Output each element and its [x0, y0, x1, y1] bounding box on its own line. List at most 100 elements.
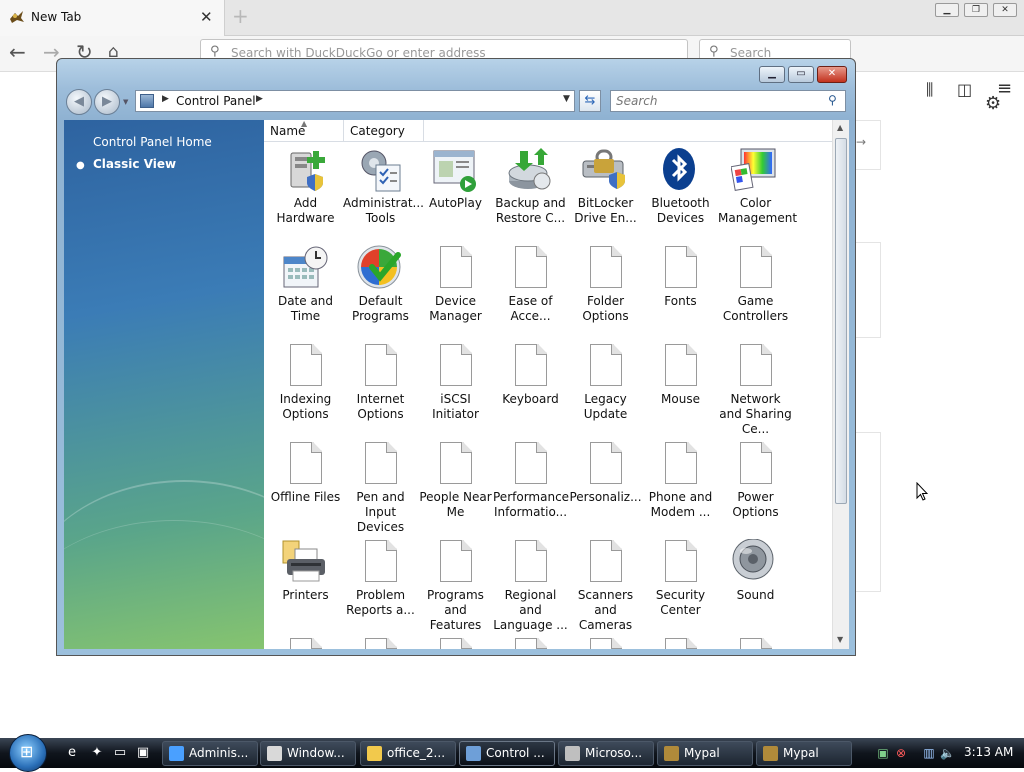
control-panel-item[interactable]: Performance Informatio...	[493, 438, 569, 534]
control-panel-home-link[interactable]: Control Panel Home	[93, 135, 212, 149]
taskbar-button[interactable]: office_2...	[360, 741, 456, 766]
control-panel-item[interactable]: Personaliz...	[568, 438, 643, 534]
control-panel-item[interactable]: Indexing Options	[268, 340, 343, 436]
control-panel-item[interactable]: Printers	[268, 536, 343, 632]
ie-icon[interactable]: e	[64, 745, 80, 761]
taskbar-button[interactable]: Window...	[260, 741, 356, 766]
forward-button[interactable]: ▶	[94, 89, 120, 115]
control-panel-item[interactable]: People Near Me	[418, 438, 493, 534]
mypal-quicklaunch-icon[interactable]: ✦	[89, 745, 105, 761]
recent-pages-icon[interactable]: ▼	[123, 98, 128, 106]
control-panel-item[interactable]: BitLocker Drive En...	[568, 144, 643, 240]
restore-browser-icon[interactable]: ❐	[964, 3, 988, 17]
sidebar-icon[interactable]: ◫	[957, 80, 972, 99]
control-panel-item[interactable]: Offline Files	[268, 438, 343, 534]
browser-tab[interactable]: New Tab ✕	[0, 0, 225, 36]
breadcrumb[interactable]: ▶ Control Panel ▶ ▼	[135, 90, 575, 112]
mypal-icon	[763, 746, 778, 761]
scroll-down-icon[interactable]: ▼	[837, 635, 843, 644]
chevron-right-icon[interactable]: ▶	[256, 94, 263, 104]
control-panel-item[interactable]: AutoPlay	[418, 144, 493, 240]
library-icon[interactable]: ⫼	[926, 80, 933, 100]
taskbar-button[interactable]: Mypal	[756, 741, 852, 766]
control-panel-item[interactable]: Phone and Modem ...	[643, 438, 718, 534]
maximize-icon[interactable]: ▭	[788, 66, 814, 83]
chevron-down-icon[interactable]: ▼	[563, 94, 570, 104]
control-panel-item[interactable]: Game Controllers	[718, 242, 793, 338]
control-panel-item[interactable]: Ease of Acce...	[493, 242, 568, 338]
taskbar-button[interactable]: Control ...	[459, 741, 555, 766]
column-category[interactable]: Category	[344, 120, 424, 142]
refresh-button[interactable]: ⇆	[579, 90, 601, 112]
taskbar-button[interactable]: Microso...	[558, 741, 654, 766]
back-icon[interactable]: ←	[9, 40, 26, 64]
control-panel-item[interactable]: Mouse	[643, 340, 718, 436]
control-panel-item[interactable]: Folder Options	[568, 242, 643, 338]
item-label: Regional and Language ...	[493, 588, 568, 632]
task-pane: Control Panel Home ● Classic View	[64, 120, 264, 649]
control-panel-item[interactable]: Security Center	[643, 536, 718, 632]
chevron-right-icon[interactable]: ▶	[162, 94, 169, 104]
date-time-icon	[281, 245, 329, 291]
search-input[interactable]: Search ⚲	[610, 90, 846, 112]
control-panel-item[interactable]	[493, 634, 568, 649]
breadcrumb-item[interactable]: Control Panel	[176, 94, 256, 108]
gear-icon[interactable]: ⚙	[985, 93, 1001, 114]
start-button[interactable]	[9, 734, 47, 772]
control-panel-item[interactable]: Programs and Features	[418, 536, 493, 632]
control-panel-item[interactable]: Administrat... Tools	[343, 144, 424, 240]
control-panel-item[interactable]	[268, 634, 343, 649]
control-panel-item[interactable]: Network and Sharing Ce...	[718, 340, 793, 436]
control-panel-item[interactable]: Power Options	[718, 438, 793, 534]
control-panel-item[interactable]	[343, 634, 418, 649]
clock[interactable]: 3:13 AM	[964, 745, 1013, 759]
network-status-icon[interactable]: ▥	[922, 746, 936, 760]
window-titlebar[interactable]: ▁ ▭ ✕	[57, 59, 855, 87]
control-panel-item[interactable]: Add Hardware	[268, 144, 343, 240]
control-panel-item[interactable]: Pen and Input Devices	[343, 438, 418, 534]
new-tab-button[interactable]: +	[232, 4, 249, 28]
control-panel-item[interactable]: Bluetooth Devices	[643, 144, 718, 240]
classic-view-link[interactable]: Classic View	[93, 157, 176, 171]
taskbar-button-label: Mypal	[684, 746, 720, 760]
control-panel-item[interactable]: Sound	[718, 536, 793, 632]
close-browser-icon[interactable]: ✕	[993, 3, 1017, 17]
control-panel-item[interactable]: Device Manager	[418, 242, 493, 338]
control-panel-item[interactable]: Internet Options	[343, 340, 418, 436]
control-panel-item[interactable]: Scanners and Cameras	[568, 536, 643, 632]
taskbar-button[interactable]: Mypal	[657, 741, 753, 766]
show-desktop-icon[interactable]: ▭	[112, 745, 128, 761]
control-panel-item[interactable]: Default Programs	[343, 242, 418, 338]
control-panel-item[interactable]	[568, 634, 643, 649]
scroll-up-icon[interactable]: ▲	[837, 123, 843, 132]
security-alert-icon[interactable]: ⊗	[894, 746, 908, 760]
column-name[interactable]: Name ▲	[264, 120, 344, 142]
switch-windows-icon[interactable]: ▣	[135, 745, 151, 761]
minimize-browser-icon[interactable]: ▁	[935, 3, 959, 17]
close-icon[interactable]: ✕	[817, 66, 847, 83]
control-panel-item[interactable]: Date and Time	[268, 242, 343, 338]
back-button[interactable]: ◀	[66, 89, 92, 115]
control-panel-item[interactable]: iSCSI Initiator	[418, 340, 493, 436]
item-label: Personaliz...	[569, 490, 642, 504]
taskbar-button[interactable]: Adminis...	[162, 741, 258, 766]
close-tab-icon[interactable]: ✕	[200, 8, 213, 26]
control-panel-item[interactable]: Color Management	[718, 144, 797, 240]
control-panel-item[interactable]: Problem Reports a...	[343, 536, 418, 632]
volume-muted-icon[interactable]: 🔈	[940, 746, 955, 760]
control-panel-item[interactable]: Legacy Update	[568, 340, 643, 436]
vertical-scrollbar[interactable]: ▲ ▼	[832, 120, 849, 649]
network-icon[interactable]: ▣	[876, 746, 890, 760]
control-panel-item[interactable]: Regional and Language ...	[493, 536, 568, 632]
control-panel-item[interactable]: Keyboard	[493, 340, 568, 436]
control-panel-item[interactable]	[643, 634, 718, 649]
scroll-thumb[interactable]	[835, 138, 847, 504]
item-label: Indexing Options	[279, 392, 332, 421]
new-tab-search-card[interactable]: →	[855, 120, 881, 170]
search-icon[interactable]: ⚲	[828, 93, 837, 107]
control-panel-item[interactable]: Fonts	[643, 242, 718, 338]
control-panel-item[interactable]	[718, 634, 793, 649]
minimize-icon[interactable]: ▁	[759, 66, 785, 83]
control-panel-item[interactable]	[418, 634, 493, 649]
control-panel-item[interactable]: Backup and Restore C...	[493, 144, 568, 240]
